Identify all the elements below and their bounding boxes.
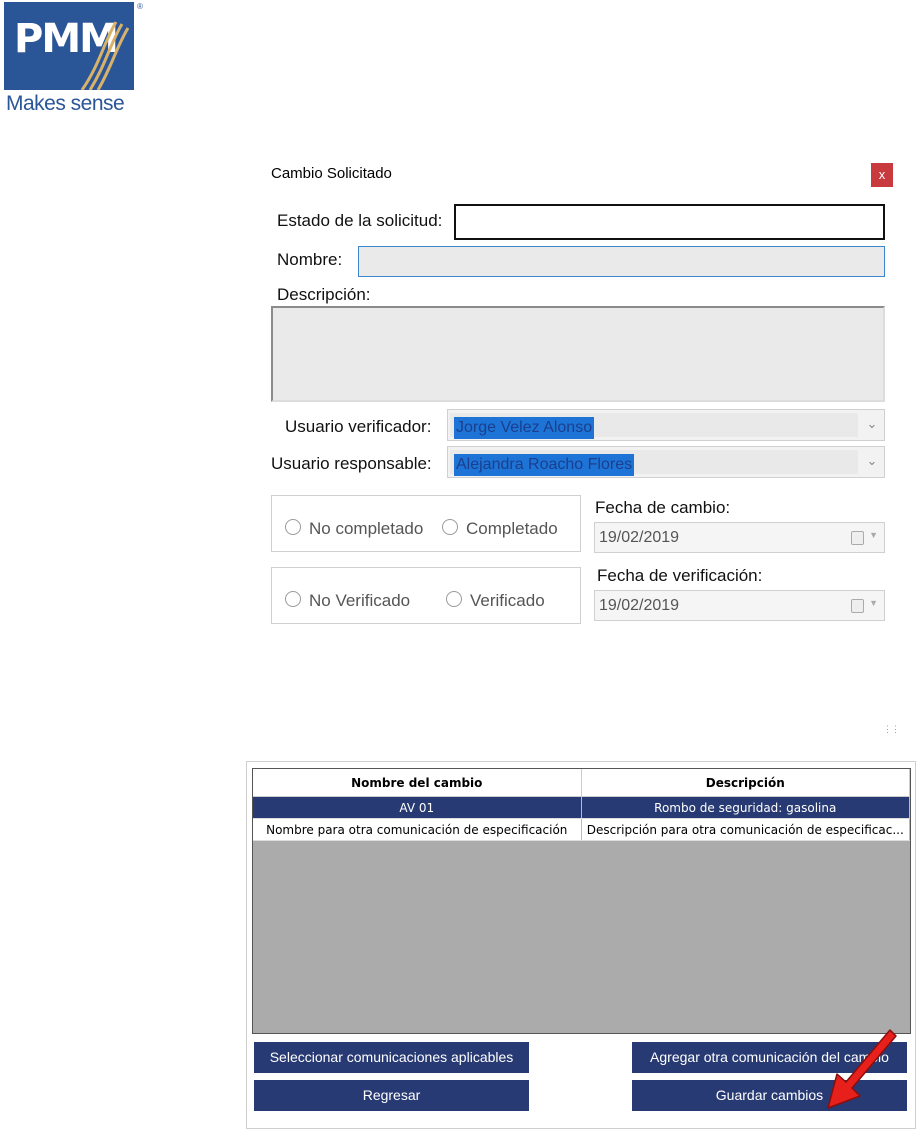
- calendar-icon[interactable]: [851, 531, 864, 545]
- descripcion-label: Descripción:: [277, 285, 371, 304]
- calendar-icon[interactable]: [851, 599, 864, 613]
- chevron-down-icon: ▼: [869, 530, 878, 540]
- radio-completado[interactable]: Completado: [442, 519, 558, 539]
- descripcion-textarea[interactable]: [271, 306, 885, 402]
- fecha-verificacion-value: 19/02/2019: [599, 597, 680, 614]
- close-icon: x: [878, 167, 886, 182]
- nombre-label: Nombre:: [277, 250, 343, 269]
- usuario-verificador-label: Usuario verificador:: [285, 417, 432, 436]
- radio-circle: [446, 591, 462, 607]
- radio-circle: [442, 519, 458, 535]
- cell-nombre[interactable]: AV 01: [253, 796, 582, 819]
- communications-grid: Nombre del cambio Descripción AV 01 Romb…: [252, 768, 911, 1034]
- regresar-button[interactable]: Regresar: [254, 1080, 529, 1111]
- annotation-arrow-icon: [827, 1029, 897, 1109]
- chevron-down-icon: ⌄: [866, 416, 878, 431]
- radio-verificado[interactable]: Verificado: [446, 591, 545, 611]
- registered-mark: ®: [137, 2, 143, 11]
- table-row[interactable]: AV 01 Rombo de seguridad: gasolina: [253, 796, 910, 819]
- chevron-down-icon: ⌄: [866, 453, 878, 468]
- dialog-title: Cambio Solicitado: [271, 165, 392, 182]
- chevron-down-icon: ▼: [869, 598, 878, 608]
- fecha-verificacion-picker[interactable]: 19/02/2019 ▼: [594, 590, 885, 621]
- table-row[interactable]: Nombre para otra comunicación de especif…: [253, 818, 910, 841]
- fecha-cambio-label: Fecha de cambio:: [595, 498, 731, 517]
- usuario-verificador-value: Jorge Velez Alonso: [454, 417, 595, 439]
- usuario-responsable-label: Usuario responsable:: [271, 454, 432, 473]
- cell-nombre[interactable]: Nombre para otra comunicación de especif…: [253, 818, 582, 841]
- logo-mark: PMM: [4, 2, 134, 90]
- usuario-responsable-value: Alejandra Roacho Flores: [454, 454, 635, 476]
- close-button[interactable]: x: [871, 163, 893, 187]
- company-logo: PMM Makes sense ®: [4, 2, 143, 115]
- fecha-cambio-picker[interactable]: 19/02/2019 ▼: [594, 522, 885, 553]
- usuario-responsable-select[interactable]: Alejandra Roacho Flores ⌄: [447, 446, 885, 478]
- radio-no-completado[interactable]: No completado: [285, 519, 423, 539]
- estado-label: Estado de la solicitud:: [277, 211, 443, 230]
- radio-circle: [285, 591, 301, 607]
- fecha-verificacion-label: Fecha de verificación:: [597, 566, 763, 585]
- radio-circle: [285, 519, 301, 535]
- column-header-descripcion[interactable]: Descripción: [581, 769, 910, 797]
- cell-descripcion[interactable]: Descripción para otra comunicación de es…: [581, 818, 910, 841]
- usuario-verificador-select[interactable]: Jorge Velez Alonso ⌄: [447, 409, 885, 441]
- radio-no-verificado[interactable]: No Verificado: [285, 591, 410, 611]
- nombre-input[interactable]: [358, 246, 885, 277]
- column-header-nombre[interactable]: Nombre del cambio: [253, 769, 582, 797]
- grid-header-row: Nombre del cambio Descripción: [253, 769, 910, 797]
- cell-descripcion[interactable]: Rombo de seguridad: gasolina: [581, 796, 910, 819]
- fecha-cambio-value: 19/02/2019: [599, 529, 680, 546]
- resize-grip-icon[interactable]: ⋮⋮: [883, 724, 900, 735]
- seleccionar-comunicaciones-button[interactable]: Seleccionar comunicaciones aplicables: [254, 1042, 529, 1073]
- logo-tagline: Makes sense: [6, 92, 125, 115]
- logo-swoosh-icon: [80, 21, 130, 90]
- estado-input[interactable]: [454, 204, 885, 240]
